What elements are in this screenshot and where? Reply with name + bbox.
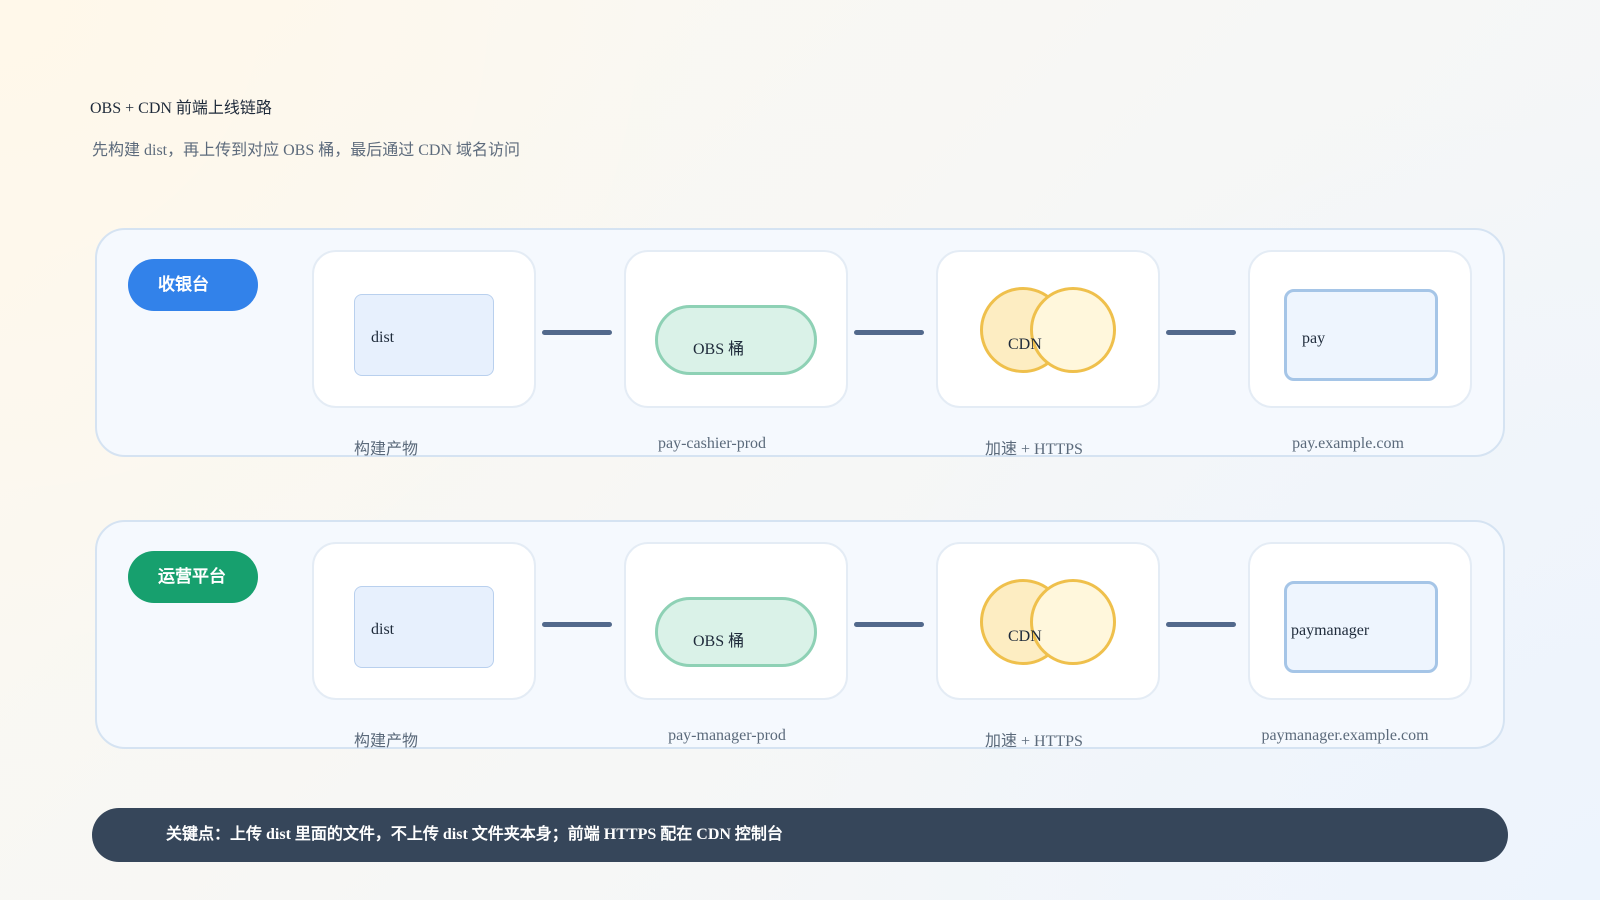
obs-caption: pay-manager-prod bbox=[668, 727, 786, 744]
cdn-circle-right bbox=[1030, 287, 1116, 373]
lane-cashier: 收银台 dist 构建产物 OBS 桶 pay-cashier-prod CDN… bbox=[95, 228, 1505, 458]
domain-caption: paymanager.example.com bbox=[1261, 727, 1429, 744]
obs-card: OBS 桶 bbox=[624, 250, 848, 408]
dist-label: dist bbox=[371, 329, 395, 346]
domain-card: paymanager bbox=[1248, 542, 1472, 700]
domain-label: paymanager bbox=[1291, 622, 1370, 639]
cdn-card: CDN bbox=[936, 250, 1160, 408]
connector-obs-cdn bbox=[854, 622, 924, 627]
build-caption: 构建产物 bbox=[353, 441, 419, 458]
diagram-subtitle: 先构建 dist，再上传到对应 OBS 桶，最后通过 CDN 域名访问 bbox=[92, 142, 521, 159]
lane-label-manager: 运营平台 bbox=[128, 551, 258, 603]
connector-build-obs bbox=[542, 330, 612, 335]
obs-card: OBS 桶 bbox=[624, 542, 848, 700]
build-card: dist bbox=[312, 250, 536, 408]
cdn-caption: 加速 + HTTPS bbox=[985, 441, 1083, 458]
key-point-banner: 关键点：上传 dist 里面的文件，不上传 dist 文件夹本身；前端 HTTP… bbox=[92, 808, 1508, 862]
build-caption: 构建产物 bbox=[353, 733, 419, 750]
connector-build-obs bbox=[542, 622, 612, 627]
lane-manager: 运营平台 dist 构建产物 OBS 桶 pay-manager-prod CD… bbox=[95, 520, 1505, 750]
dist-box: dist bbox=[354, 294, 494, 376]
cdn-label: CDN bbox=[1008, 336, 1042, 353]
domain-label: pay bbox=[1302, 330, 1326, 347]
obs-label: OBS 桶 bbox=[693, 341, 745, 358]
obs-bucket-shape: OBS 桶 bbox=[655, 305, 817, 375]
cdn-caption: 加速 + HTTPS bbox=[985, 733, 1083, 750]
domain-caption: pay.example.com bbox=[1292, 435, 1404, 452]
lane-label-cashier: 收银台 bbox=[128, 259, 258, 311]
connector-cdn-domain bbox=[1166, 330, 1236, 335]
connector-obs-cdn bbox=[854, 330, 924, 335]
diagram-title: OBS + CDN 前端上线链路 bbox=[90, 100, 272, 117]
dist-box: dist bbox=[354, 586, 494, 668]
domain-box: paymanager bbox=[1284, 581, 1438, 673]
cdn-card: CDN bbox=[936, 542, 1160, 700]
cdn-circle-right bbox=[1030, 579, 1116, 665]
domain-box: pay bbox=[1284, 289, 1438, 381]
obs-caption: pay-cashier-prod bbox=[657, 435, 767, 452]
obs-bucket-shape: OBS 桶 bbox=[655, 597, 817, 667]
connector-cdn-domain bbox=[1166, 622, 1236, 627]
domain-card: pay bbox=[1248, 250, 1472, 408]
cdn-label: CDN bbox=[1008, 628, 1042, 645]
build-card: dist bbox=[312, 542, 536, 700]
obs-label: OBS 桶 bbox=[693, 633, 745, 650]
dist-label: dist bbox=[371, 621, 395, 638]
